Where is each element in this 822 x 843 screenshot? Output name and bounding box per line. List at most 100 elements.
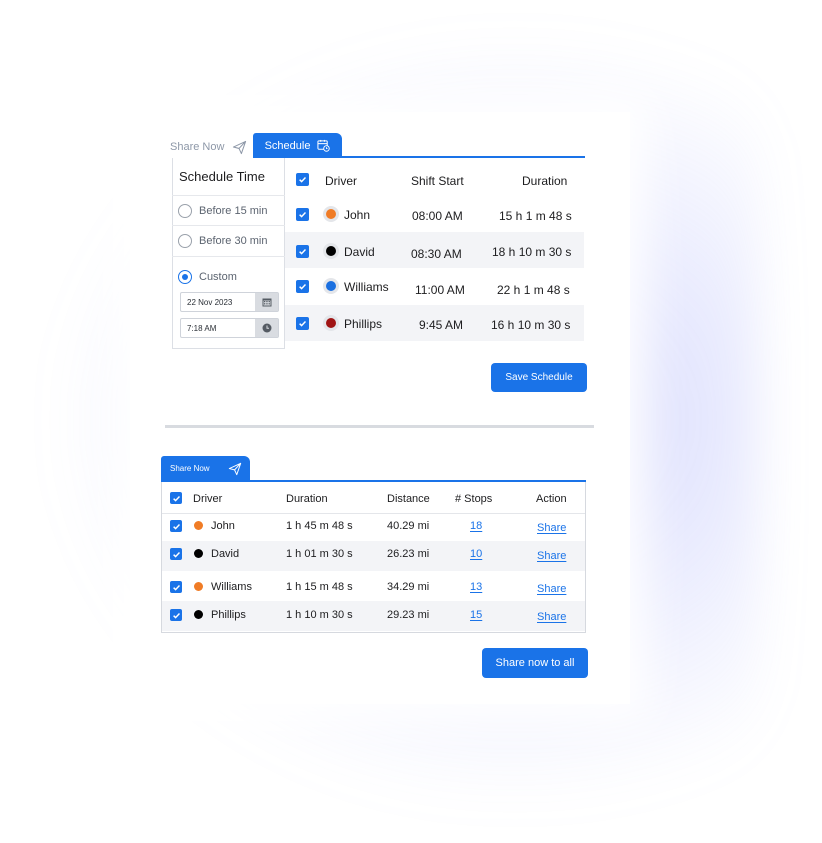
row-checkbox[interactable] [296,280,309,293]
driver-color-dot [323,278,339,294]
duration: 16 h 10 m 30 s [491,318,571,332]
section-separator [165,425,594,428]
divider [172,225,285,226]
driver-name: Phillips [211,609,246,621]
share-link[interactable]: Share [537,583,566,595]
driver-color-dot [194,549,203,558]
tab-schedule[interactable]: Schedule [253,133,342,158]
share-link[interactable]: Share [537,550,566,562]
checkmark-icon [172,551,180,558]
paper-plane-icon [233,140,247,154]
duration: 1 h 45 m 48 s [286,520,353,532]
divider [172,195,285,196]
header-driver: Driver [325,174,357,188]
row-checkbox[interactable] [296,317,309,330]
tab-share-now-label: Share Now [170,464,210,473]
checkmark-icon [299,212,306,218]
stops-link[interactable]: 13 [470,581,482,593]
shift-start: 08:00 AM [412,209,463,223]
row-checkbox[interactable] [170,520,182,532]
header-duration: Duration [522,174,568,188]
duration: 18 h 10 m 30 s [492,245,572,259]
radio-circle-selected[interactable] [178,270,192,284]
share-link[interactable]: Share [537,611,566,623]
radio-circle[interactable] [178,234,192,248]
driver-name: Williams [344,280,389,294]
row-checkbox[interactable] [170,548,182,560]
radio-before-30[interactable]: Before 30 min [178,234,267,248]
duration: 22 h 1 m 48 s [497,283,570,297]
divider [172,256,285,257]
duration: 15 h 1 m 48 s [499,209,572,223]
row-checkbox[interactable] [170,581,182,593]
header-shift-start: Shift Start [411,174,464,188]
row-checkbox[interactable] [296,245,309,258]
calendar-clock-icon [317,139,331,152]
stops-link[interactable]: 15 [470,609,482,621]
calendar-icon [262,298,271,307]
stops-link[interactable]: 10 [470,548,482,560]
tab-schedule-label: Schedule [264,139,311,152]
time-value: 7:18 AM [187,323,217,333]
driver-color-dot [194,610,203,619]
tab-share-now[interactable]: Share Now [170,136,247,158]
driver-name: Williams [211,581,252,593]
tab-share-now-label: Share Now [170,141,225,153]
checkmark-icon [172,612,180,619]
select-all-checkbox[interactable] [296,173,309,186]
stops-link[interactable]: 18 [470,520,482,532]
driver-color-dot [323,315,339,331]
share-link[interactable]: Share [537,522,566,534]
select-all-checkbox[interactable] [170,492,182,504]
tab-share-now-active[interactable]: Share Now [161,456,250,481]
radio-label: Before 15 min [199,205,268,217]
radio-label: Before 30 min [199,235,268,247]
checkmark-icon [172,584,180,591]
time-field[interactable]: 7:18 AM [180,318,279,338]
checkmark-icon [172,495,180,502]
shift-start: 9:45 AM [419,318,464,332]
time-picker-button[interactable] [255,319,278,337]
distance: 40.29 mi [387,520,430,532]
date-field[interactable]: 22 Nov 2023 [180,292,279,312]
driver-color-dot [323,243,339,259]
checkmark-icon [172,523,180,530]
distance: 26.23 mi [387,548,430,560]
radio-before-15[interactable]: Before 15 min [178,204,267,218]
driver-name: Phillips [344,317,383,331]
header-action: Action [536,493,567,505]
driver-name: John [344,208,371,222]
driver-name: John [211,520,235,532]
duration: 1 h 15 m 48 s [286,581,353,593]
save-schedule-button[interactable]: Save Schedule [491,363,587,392]
radio-custom[interactable]: Custom [178,270,237,284]
driver-color-dot [194,521,203,530]
header-distance: Distance [387,493,430,505]
checkmark-icon [299,249,306,255]
header-driver: Driver [193,493,223,505]
header-duration: Duration [286,493,328,505]
date-value: 22 Nov 2023 [187,297,233,307]
driver-color-dot [323,206,339,222]
driver-name: David [344,245,375,259]
distance: 29.23 mi [387,609,430,621]
radio-label: Custom [199,271,237,283]
driver-color-dot [194,582,203,591]
shift-start: 11:00 AM [415,283,465,297]
clock-icon [262,323,271,333]
tab-underline [253,156,585,158]
duration: 1 h 10 m 30 s [286,609,353,621]
checkmark-icon [299,284,306,290]
share-now-to-all-button[interactable]: Share now to all [482,648,588,678]
driver-name: David [211,548,240,560]
radio-circle[interactable] [178,204,192,218]
date-picker-button[interactable] [255,293,278,311]
header-stops: # Stops [455,493,493,505]
row-checkbox[interactable] [296,208,309,221]
shift-start: 08:30 AM [411,247,462,261]
paper-plane-icon [228,462,242,475]
schedule-time-title: Schedule Time [179,169,265,184]
row-checkbox[interactable] [170,609,182,621]
checkmark-icon [299,177,306,183]
duration: 1 h 01 m 30 s [286,548,353,560]
